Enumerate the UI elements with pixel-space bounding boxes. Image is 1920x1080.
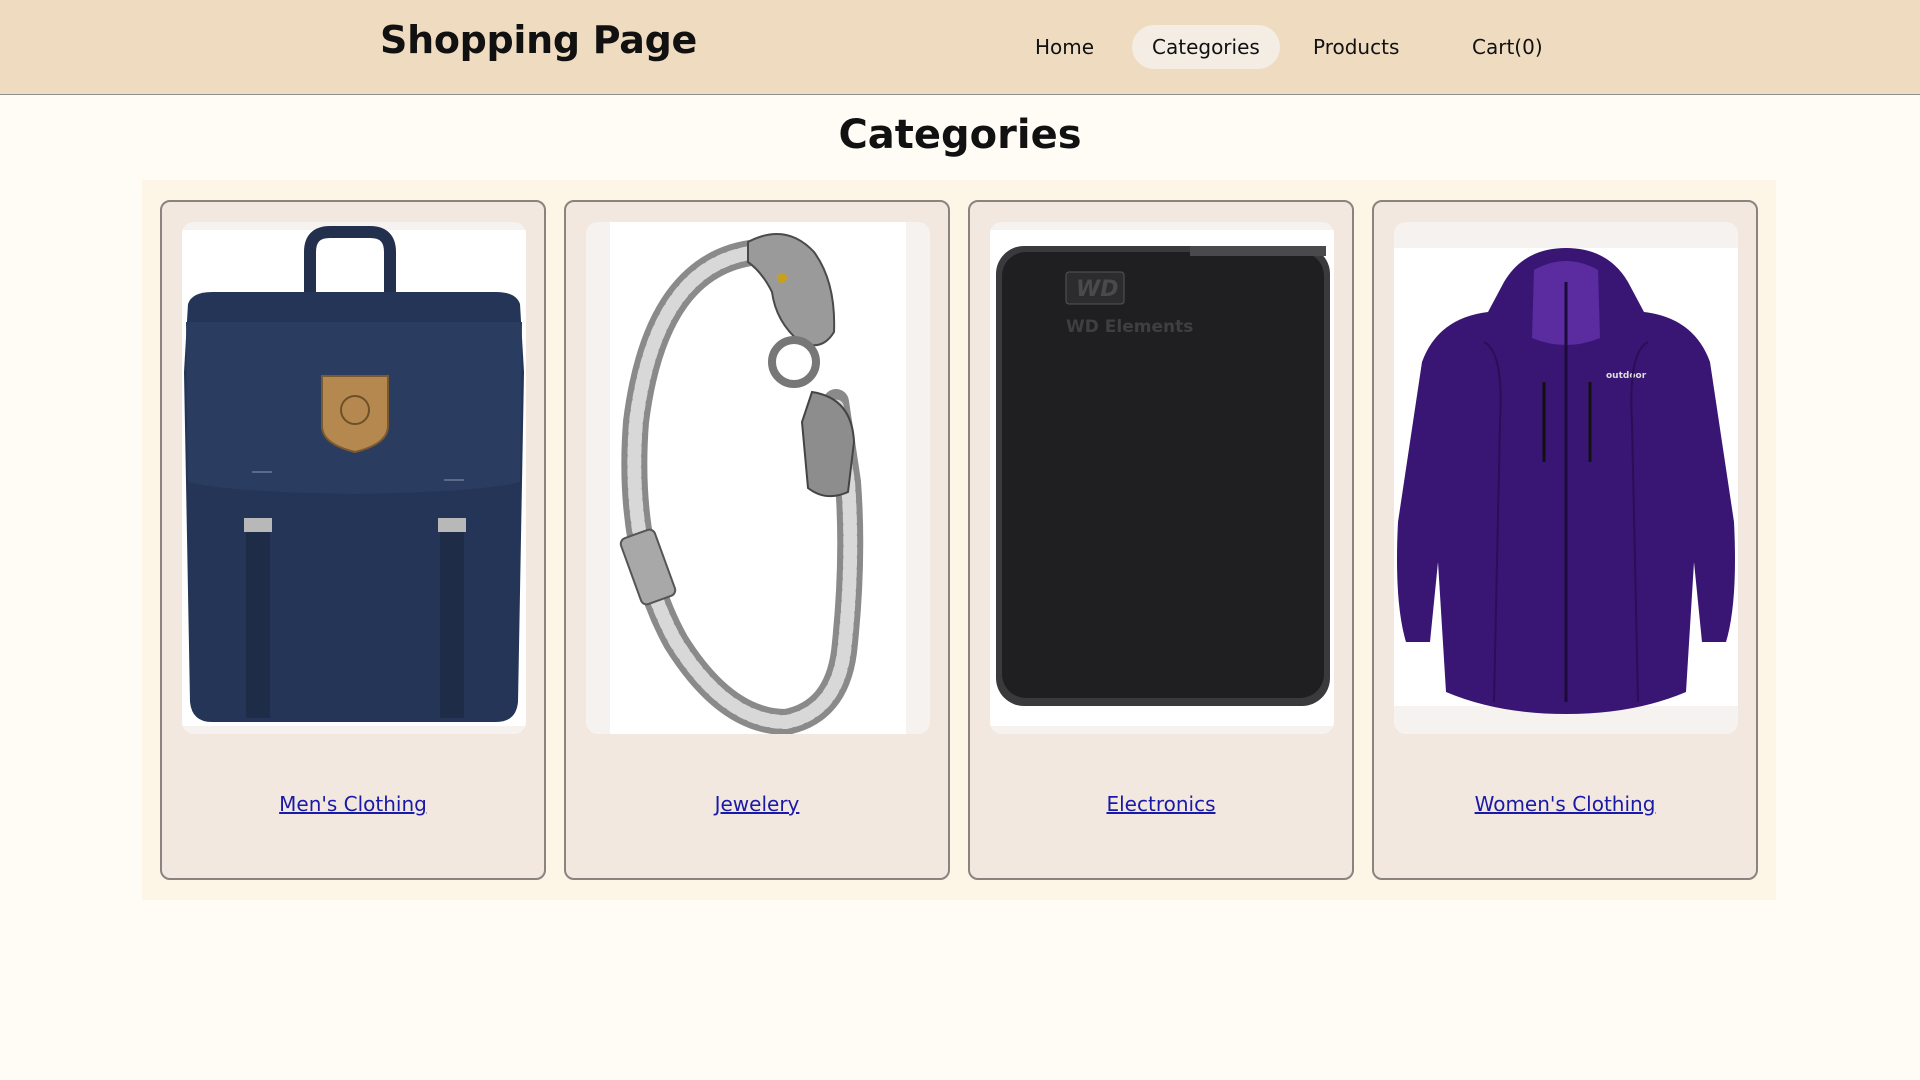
category-card-womens-clothing[interactable]: outdoor Women's Clothing [1372,200,1758,880]
site-brand[interactable]: Shopping Page [380,18,697,62]
category-card-mens-clothing[interactable]: Men's Clothing [160,200,546,880]
nav-cart[interactable]: Cart(0) [1452,25,1563,69]
category-link-womens-clothing[interactable]: Women's Clothing [1374,792,1756,816]
navy-backpack-image[interactable] [182,222,526,734]
bracelet-image[interactable] [586,222,930,734]
backpack-illustration [182,226,526,726]
hard-drive-image[interactable]: WD WD Elements [990,222,1334,734]
purple-jacket-image[interactable]: outdoor [1394,222,1738,734]
category-card-jewelery[interactable]: Jewelery [564,200,950,880]
site-header: Shopping Page Home Categories Products C… [0,0,1920,95]
svg-text:WD: WD [1076,277,1119,302]
hard-drive-illustration: WD WD Elements [990,230,1334,726]
category-link-mens-clothing[interactable]: Men's Clothing [162,792,544,816]
bracelet-illustration [610,222,906,734]
nav-home[interactable]: Home [1015,25,1114,69]
category-link-jewelery[interactable]: Jewelery [566,792,948,816]
nav-products[interactable]: Products [1293,25,1419,69]
category-card-electronics[interactable]: WD WD Elements Electronics [968,200,1354,880]
svg-text:outdoor: outdoor [1606,371,1647,381]
svg-text:WD Elements: WD Elements [1066,317,1193,337]
jacket-illustration: outdoor [1394,248,1738,714]
page-title: Categories [838,112,1082,158]
category-grid: Men's Clothing Jewelery WD WD Elements E… [142,180,1776,900]
nav-categories[interactable]: Categories [1132,25,1280,69]
category-link-electronics[interactable]: Electronics [970,792,1352,816]
